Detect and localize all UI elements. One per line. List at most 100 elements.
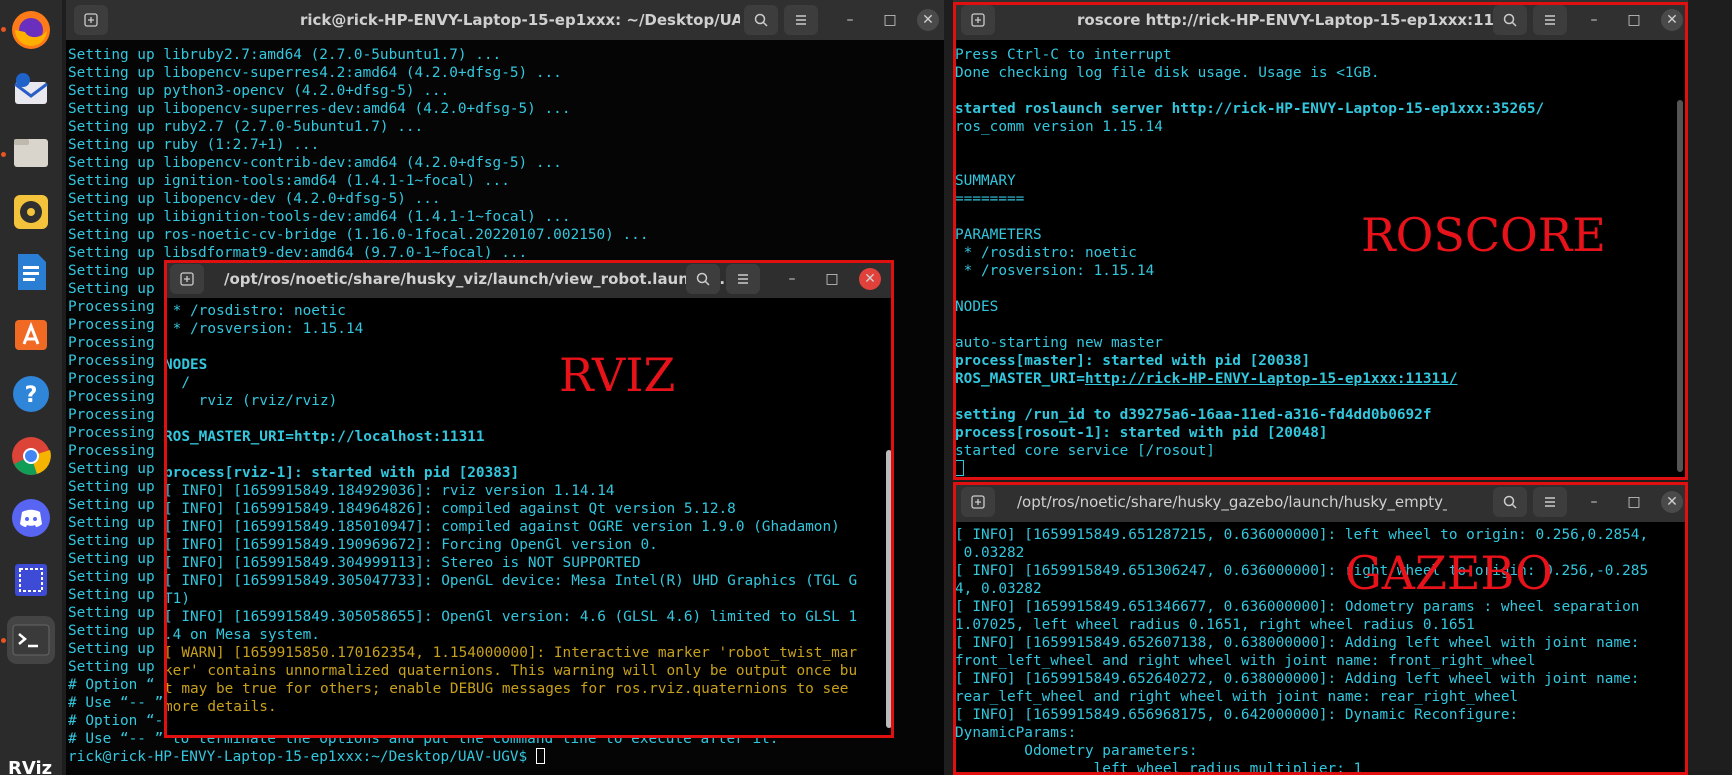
- terminal-line: process[rosout-1]: started with pid [200…: [955, 425, 1328, 441]
- menu-button[interactable]: [726, 264, 760, 294]
- search-button[interactable]: [744, 5, 778, 35]
- terminal-line: Setting up ruby2.7 (2.7.0-5ubuntu1.7) ..…: [68, 119, 424, 135]
- close-button[interactable]: ✕: [1661, 9, 1683, 31]
- writer-icon[interactable]: [7, 248, 55, 296]
- terminal-line: DynamicParams:: [955, 725, 1077, 741]
- new-tab-button[interactable]: [74, 5, 108, 35]
- minimize-button[interactable]: –: [1583, 491, 1605, 513]
- terminal-line: Setting up libopencv-superres-dev:amd64 …: [68, 101, 571, 117]
- rhythmbox-icon[interactable]: [7, 188, 55, 236]
- main-terminal-titlebar: rick@rick-HP-ENVY-Laptop-15-ep1xxx: ~/De…: [66, 0, 944, 40]
- terminal-line: ker' contains unnormalized quaternions. …: [164, 663, 858, 679]
- text-cursor: [955, 460, 964, 476]
- terminal-line: process[master]: started with pid [20038…: [955, 353, 1311, 369]
- terminal-line: ros_comm version 1.15.14: [955, 119, 1163, 135]
- terminal-line: [ INFO] [1659915849.651306247, 0.6360000…: [955, 563, 1649, 579]
- terminal-line: T1): [164, 591, 190, 607]
- scrollbar[interactable]: [1677, 100, 1683, 472]
- terminal-line: Setting up libruby2.7:amd64 (2.7.0-5ubun…: [68, 47, 502, 63]
- menu-button[interactable]: [1533, 5, 1567, 35]
- terminal-line: NODES: [164, 357, 208, 373]
- new-tab-button[interactable]: [170, 264, 204, 294]
- close-button[interactable]: ✕: [859, 268, 881, 290]
- text-cursor: [535, 748, 545, 764]
- scrollbar[interactable]: [886, 450, 892, 728]
- hamburger-icon: [1545, 15, 1555, 25]
- search-button[interactable]: [1493, 5, 1527, 35]
- terminal-line: NODES: [955, 299, 999, 315]
- minimize-button[interactable]: –: [839, 9, 861, 31]
- screenshot-icon[interactable]: [7, 556, 55, 604]
- terminal-line: [ INFO] [1659915849.651287215, 0.6360000…: [955, 527, 1649, 543]
- svg-text:?: ?: [25, 383, 38, 408]
- main-terminal-title: rick@rick-HP-ENVY-Laptop-15-ep1xxx: ~/De…: [300, 11, 740, 29]
- search-button[interactable]: [1493, 487, 1527, 517]
- search-icon: [1503, 495, 1517, 509]
- terminal-line: Setting up libopencv-contrib-dev:amd64 (…: [68, 155, 562, 171]
- terminal-line: 0.03282: [955, 545, 1025, 561]
- terminal-line: Setting up libopencv-superres4.2:amd64 (…: [68, 65, 562, 81]
- firefox-icon[interactable]: [7, 6, 55, 54]
- help-icon[interactable]: ?: [7, 370, 55, 418]
- hamburger-icon: [1545, 497, 1555, 507]
- thunderbird-icon[interactable]: [7, 68, 55, 116]
- discord-icon[interactable]: [7, 494, 55, 542]
- terminal-line: SUMMARY: [955, 173, 1016, 189]
- chrome-icon[interactable]: [7, 432, 55, 480]
- terminal-line: left wheel radius multiplier: 1: [955, 761, 1363, 775]
- terminal-line: [ INFO] [1659915849.656968175, 0.6420000…: [955, 707, 1519, 723]
- terminal-line: ROS_MASTER_URI=http://localhost:11311: [164, 429, 485, 445]
- roscore-terminal-output[interactable]: Press Ctrl-C to interrupt Done checking l…: [955, 46, 1688, 478]
- terminal-line: rear_left_wheel and right wheel with joi…: [955, 689, 1519, 705]
- terminal-line: [ INFO] [1659915849.184964826]: compiled…: [164, 501, 736, 517]
- close-button[interactable]: ✕: [1661, 491, 1683, 513]
- gazebo-terminal-output[interactable]: [ INFO] [1659915849.651287215, 0.6360000…: [955, 526, 1688, 775]
- maximize-button[interactable]: □: [879, 9, 901, 31]
- roscore-annotation-label: ROSCORE: [1361, 208, 1606, 262]
- terminal-line: 4, 0.03282: [955, 581, 1042, 597]
- new-tab-button[interactable]: [961, 487, 995, 517]
- terminal-line: more details.: [164, 699, 277, 715]
- roscore-terminal-window: roscore http://rick-HP-ENVY-Laptop-15-ep…: [953, 0, 1688, 480]
- search-button[interactable]: [686, 264, 720, 294]
- close-button[interactable]: ✕: [917, 9, 939, 31]
- running-indicator: [1, 152, 6, 157]
- terminal-line: rviz (rviz/rviz): [164, 393, 338, 409]
- menu-button[interactable]: [1533, 487, 1567, 517]
- menu-button[interactable]: [784, 5, 818, 35]
- terminal-line: * /rosdistro: noetic: [164, 303, 346, 319]
- maximize-button[interactable]: □: [1623, 9, 1645, 31]
- terminal-line: [ INFO] [1659915849.184929036]: rviz ver…: [164, 483, 615, 499]
- minimize-button[interactable]: –: [781, 268, 803, 290]
- minimize-button[interactable]: –: [1583, 9, 1605, 31]
- rviz-terminal-output[interactable]: * /rosdistro: noetic * /rosversion: 1.15…: [164, 302, 894, 716]
- software-icon[interactable]: [7, 308, 55, 356]
- rviz-dock-label[interactable]: RViz: [8, 758, 52, 775]
- maximize-button[interactable]: □: [821, 268, 843, 290]
- terminal-line: Setting up ruby (1:2.7+1) ...: [68, 137, 320, 153]
- maximize-button[interactable]: □: [1623, 491, 1645, 513]
- master-uri-link[interactable]: http://rick-HP-ENVY-Laptop-15-ep1xxx:113…: [1085, 371, 1458, 387]
- terminal-icon[interactable]: [7, 616, 55, 664]
- terminal-line: t may be true for others; enable DEBUG m…: [164, 681, 849, 697]
- new-tab-button[interactable]: [961, 5, 995, 35]
- terminal-line: [ WARN] [1659915850.170162354, 1.1540000…: [164, 645, 858, 661]
- terminal-line: setting /run_id to d39275a6-16aa-11ed-a3…: [955, 407, 1432, 423]
- gazebo-terminal-titlebar: /opt/ros/noetic/share/husky_gazebo/launc…: [953, 482, 1688, 522]
- terminal-line: rick@rick-HP-ENVY-Laptop-15-ep1xxx:~/Des…: [68, 748, 944, 766]
- terminal-line: 1.07025, left wheel radius 0.1651, right…: [955, 617, 1475, 633]
- dock: ? RViz: [0, 0, 62, 775]
- terminal-line: [ INFO] [1659915849.305058655]: OpenGl v…: [164, 609, 858, 625]
- terminal-line: [ INFO] [1659915849.651346677, 0.6360000…: [955, 599, 1640, 615]
- files-icon[interactable]: [7, 128, 55, 176]
- search-icon: [696, 272, 710, 286]
- gazebo-terminal-window: /opt/ros/noetic/share/husky_gazebo/launc…: [953, 482, 1688, 775]
- running-indicator: [1, 27, 6, 32]
- terminal-line: Setting up libopencv-dev (4.2.0+dfsg-5) …: [68, 191, 441, 207]
